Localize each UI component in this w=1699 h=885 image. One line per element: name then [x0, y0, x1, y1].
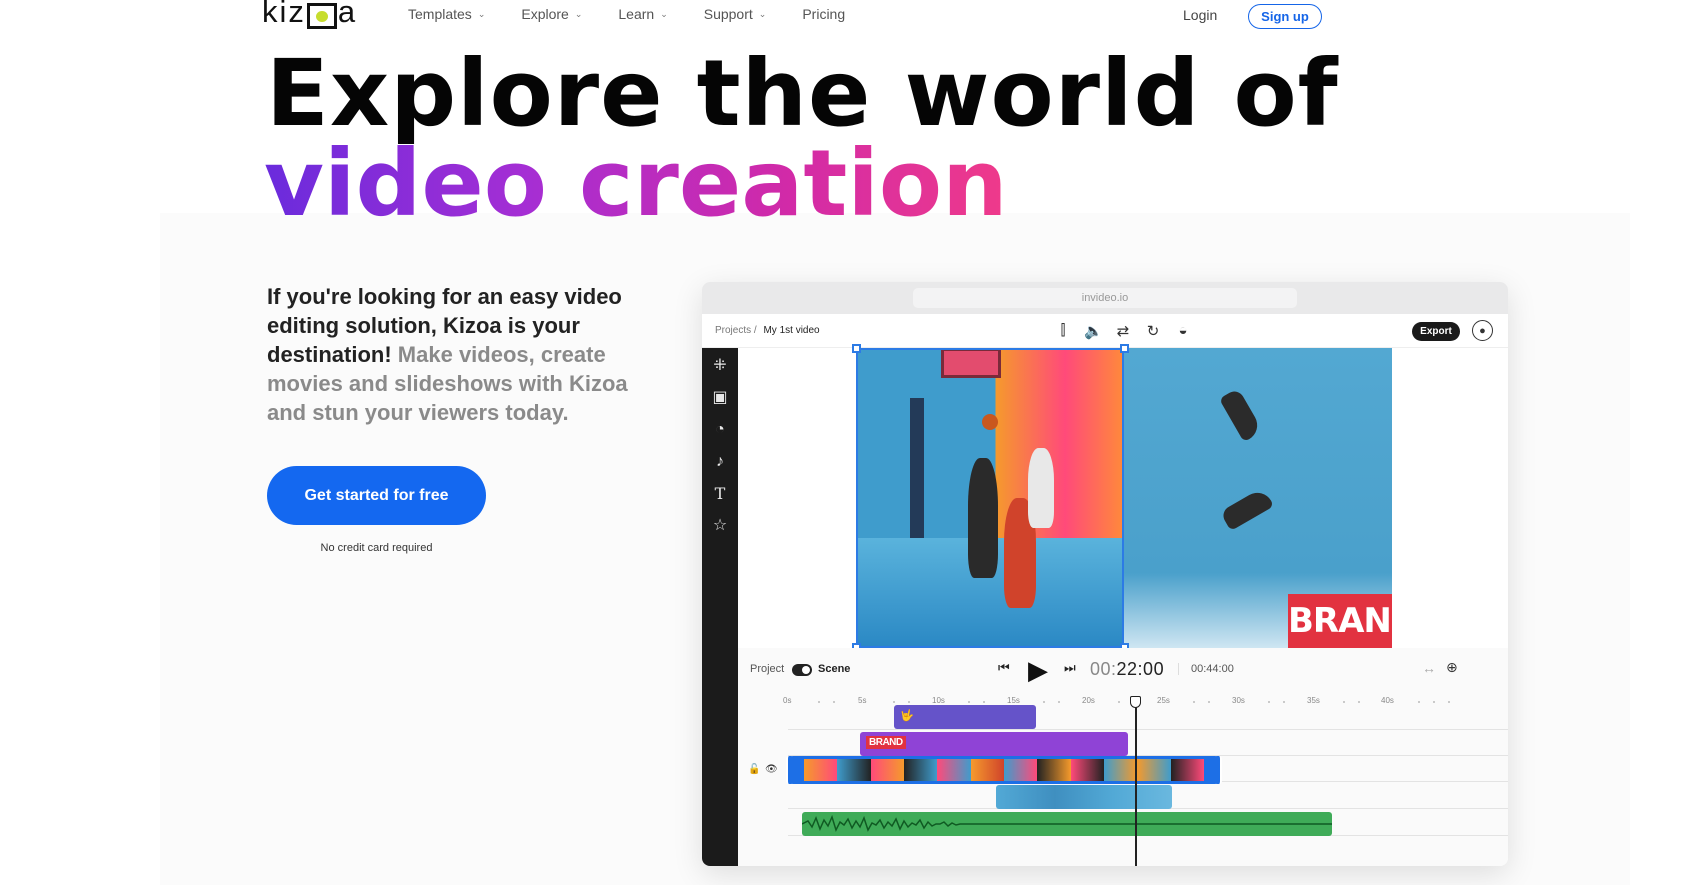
music-icon[interactable]: ♪ — [710, 452, 730, 472]
swap-icon[interactable]: ⇄ — [1114, 322, 1132, 340]
chevron-down-icon: ⌄ — [477, 8, 486, 19]
video-clip[interactable] — [790, 756, 1218, 784]
playhead[interactable] — [1135, 700, 1137, 866]
nav-item-templates[interactable]: Templates ⌄ — [408, 6, 485, 22]
sticker-icon[interactable]: ◔ — [710, 420, 730, 440]
nav-item-explore[interactable]: Explore ⌄ — [521, 6, 582, 22]
resize-handle[interactable] — [852, 344, 861, 353]
ruler-tick: 5s — [858, 696, 867, 705]
playback-controls: Project Scene ⏮ ▶ ⏭ 00:22:00 00:44:00 ↔ … — [738, 648, 1508, 692]
audio-clip[interactable] — [802, 812, 1332, 836]
get-started-button[interactable]: Get started for free — [267, 466, 486, 525]
play-icon[interactable]: ▶ — [1028, 655, 1048, 686]
zoom-in-icon[interactable]: ⊕ — [1446, 659, 1458, 676]
editor-canvas[interactable]: BRAND — [738, 344, 1508, 652]
scene-toggle-label: Scene — [818, 663, 851, 675]
url-bar: invideo.io — [913, 288, 1297, 308]
top-navigation: kiz a Templates ⌄ Explore ⌄ Learn ⌄ Support ⌄… — [0, 0, 1699, 32]
ruler-tick: 35s — [1307, 696, 1320, 705]
eye-icon[interactable]: 👁 — [765, 764, 778, 775]
login-link[interactable]: Login — [1183, 7, 1217, 23]
ruler-tick: 15s — [1007, 696, 1020, 705]
timeline-panel: Project Scene ⏮ ▶ ⏭ 00:22:00 00:44:00 ↔ … — [738, 648, 1508, 866]
brand-logo-overlay: BRAND — [1288, 594, 1392, 648]
editor-toolbar: ⫿ 🔈 ⇄ ↻ ◒ — [1054, 322, 1192, 340]
current-time: 00:22:00 — [1090, 659, 1165, 679]
total-time: 00:44:00 — [1178, 663, 1234, 675]
breadcrumb: Projects / My 1st video — [715, 325, 820, 336]
previous-icon[interactable]: ⏮ — [998, 660, 1010, 676]
hero-description: If you're looking for an easy video edit… — [267, 282, 667, 427]
audio-waveform — [802, 814, 1332, 833]
volume-icon[interactable]: 🔈 — [1084, 322, 1103, 340]
logo-square-icon — [306, 3, 337, 29]
editor-topbar: Projects / My 1st video ⫿ 🔈 ⇄ ↻ ◒ Export… — [702, 314, 1508, 348]
trim-handle-right[interactable] — [1214, 756, 1222, 784]
sneaker-clip[interactable] — [996, 785, 1172, 809]
rotate-icon[interactable]: ↻ — [1144, 322, 1162, 340]
ruler-tick: 40s — [1381, 696, 1394, 705]
nav-item-pricing[interactable]: Pricing — [802, 6, 845, 22]
selection-box — [856, 348, 1124, 648]
project-scene-toggle[interactable] — [792, 664, 812, 676]
ruler-tick: 25s — [1157, 696, 1170, 705]
editor-sidebar: ⁜ ▣ ◔ ♪ T ☆ — [702, 348, 738, 866]
nav-item-learn[interactable]: Learn ⌄ — [618, 6, 667, 22]
chevron-down-icon: ⌄ — [574, 8, 583, 19]
chevron-down-icon: ⌄ — [660, 8, 668, 19]
media-icon[interactable]: ▣ — [710, 388, 730, 408]
hero-title-line-1: Explore the world of — [266, 40, 1339, 147]
breadcrumb-current: My 1st video — [763, 325, 820, 336]
ruler-tick: 30s — [1232, 696, 1245, 705]
color-drop-icon[interactable]: ◒ — [1174, 322, 1192, 340]
star-icon[interactable]: ☆ — [710, 516, 730, 536]
page: kiz a Templates ⌄ Explore ⌄ Learn ⌄ Support ⌄… — [0, 0, 1699, 885]
signup-button[interactable]: Sign up — [1248, 4, 1322, 29]
ruler-tick: 10s — [932, 696, 945, 705]
export-button[interactable]: Export — [1412, 322, 1460, 341]
trim-handle-left[interactable] — [786, 756, 794, 784]
account-icon[interactable]: ● — [1472, 320, 1493, 341]
breadcrumb-projects[interactable]: Projects — [715, 325, 751, 336]
layout-icon[interactable]: ⁜ — [710, 356, 730, 376]
scene-image-sneakers[interactable]: BRAND — [1124, 348, 1392, 648]
fit-width-icon[interactable]: ↔ — [1422, 660, 1436, 676]
video-editor-preview: invideo.io Projects / My 1st video ⫿ 🔈 ⇄… — [702, 282, 1508, 866]
playhead-handle[interactable] — [1130, 696, 1141, 708]
browser-bar: invideo.io — [702, 282, 1508, 314]
nav-item-support[interactable]: Support ⌄ — [704, 6, 767, 22]
hero-title-line-2: video creation — [264, 130, 1008, 237]
no-credit-card-note: No credit card required — [320, 542, 433, 554]
text-icon[interactable]: T — [710, 484, 730, 504]
chevron-down-icon: ⌄ — [758, 8, 767, 19]
project-toggle-label: Project — [750, 663, 785, 675]
kizoa-logo[interactable]: kiz a — [262, 0, 357, 30]
unlock-icon[interactable]: 🔓 — [748, 764, 760, 775]
split-icon[interactable]: ⫿ — [1054, 322, 1072, 340]
next-icon[interactable]: ⏭ — [1064, 660, 1076, 676]
resize-handle[interactable] — [1120, 344, 1129, 353]
sticker-clip[interactable]: 🤟 — [894, 705, 1036, 729]
brand-clip[interactable]: BRAND — [860, 732, 1128, 756]
ruler-tick: 20s — [1082, 696, 1095, 705]
nav-links: Templates ⌄ Explore ⌄ Learn ⌄ Support ⌄ Pric… — [408, 6, 845, 22]
ruler-tick: 0s — [783, 696, 792, 705]
timeline-ruler: 0s 5s 10s 15s 20s 25s 30s 35s 40s — [738, 692, 1508, 710]
